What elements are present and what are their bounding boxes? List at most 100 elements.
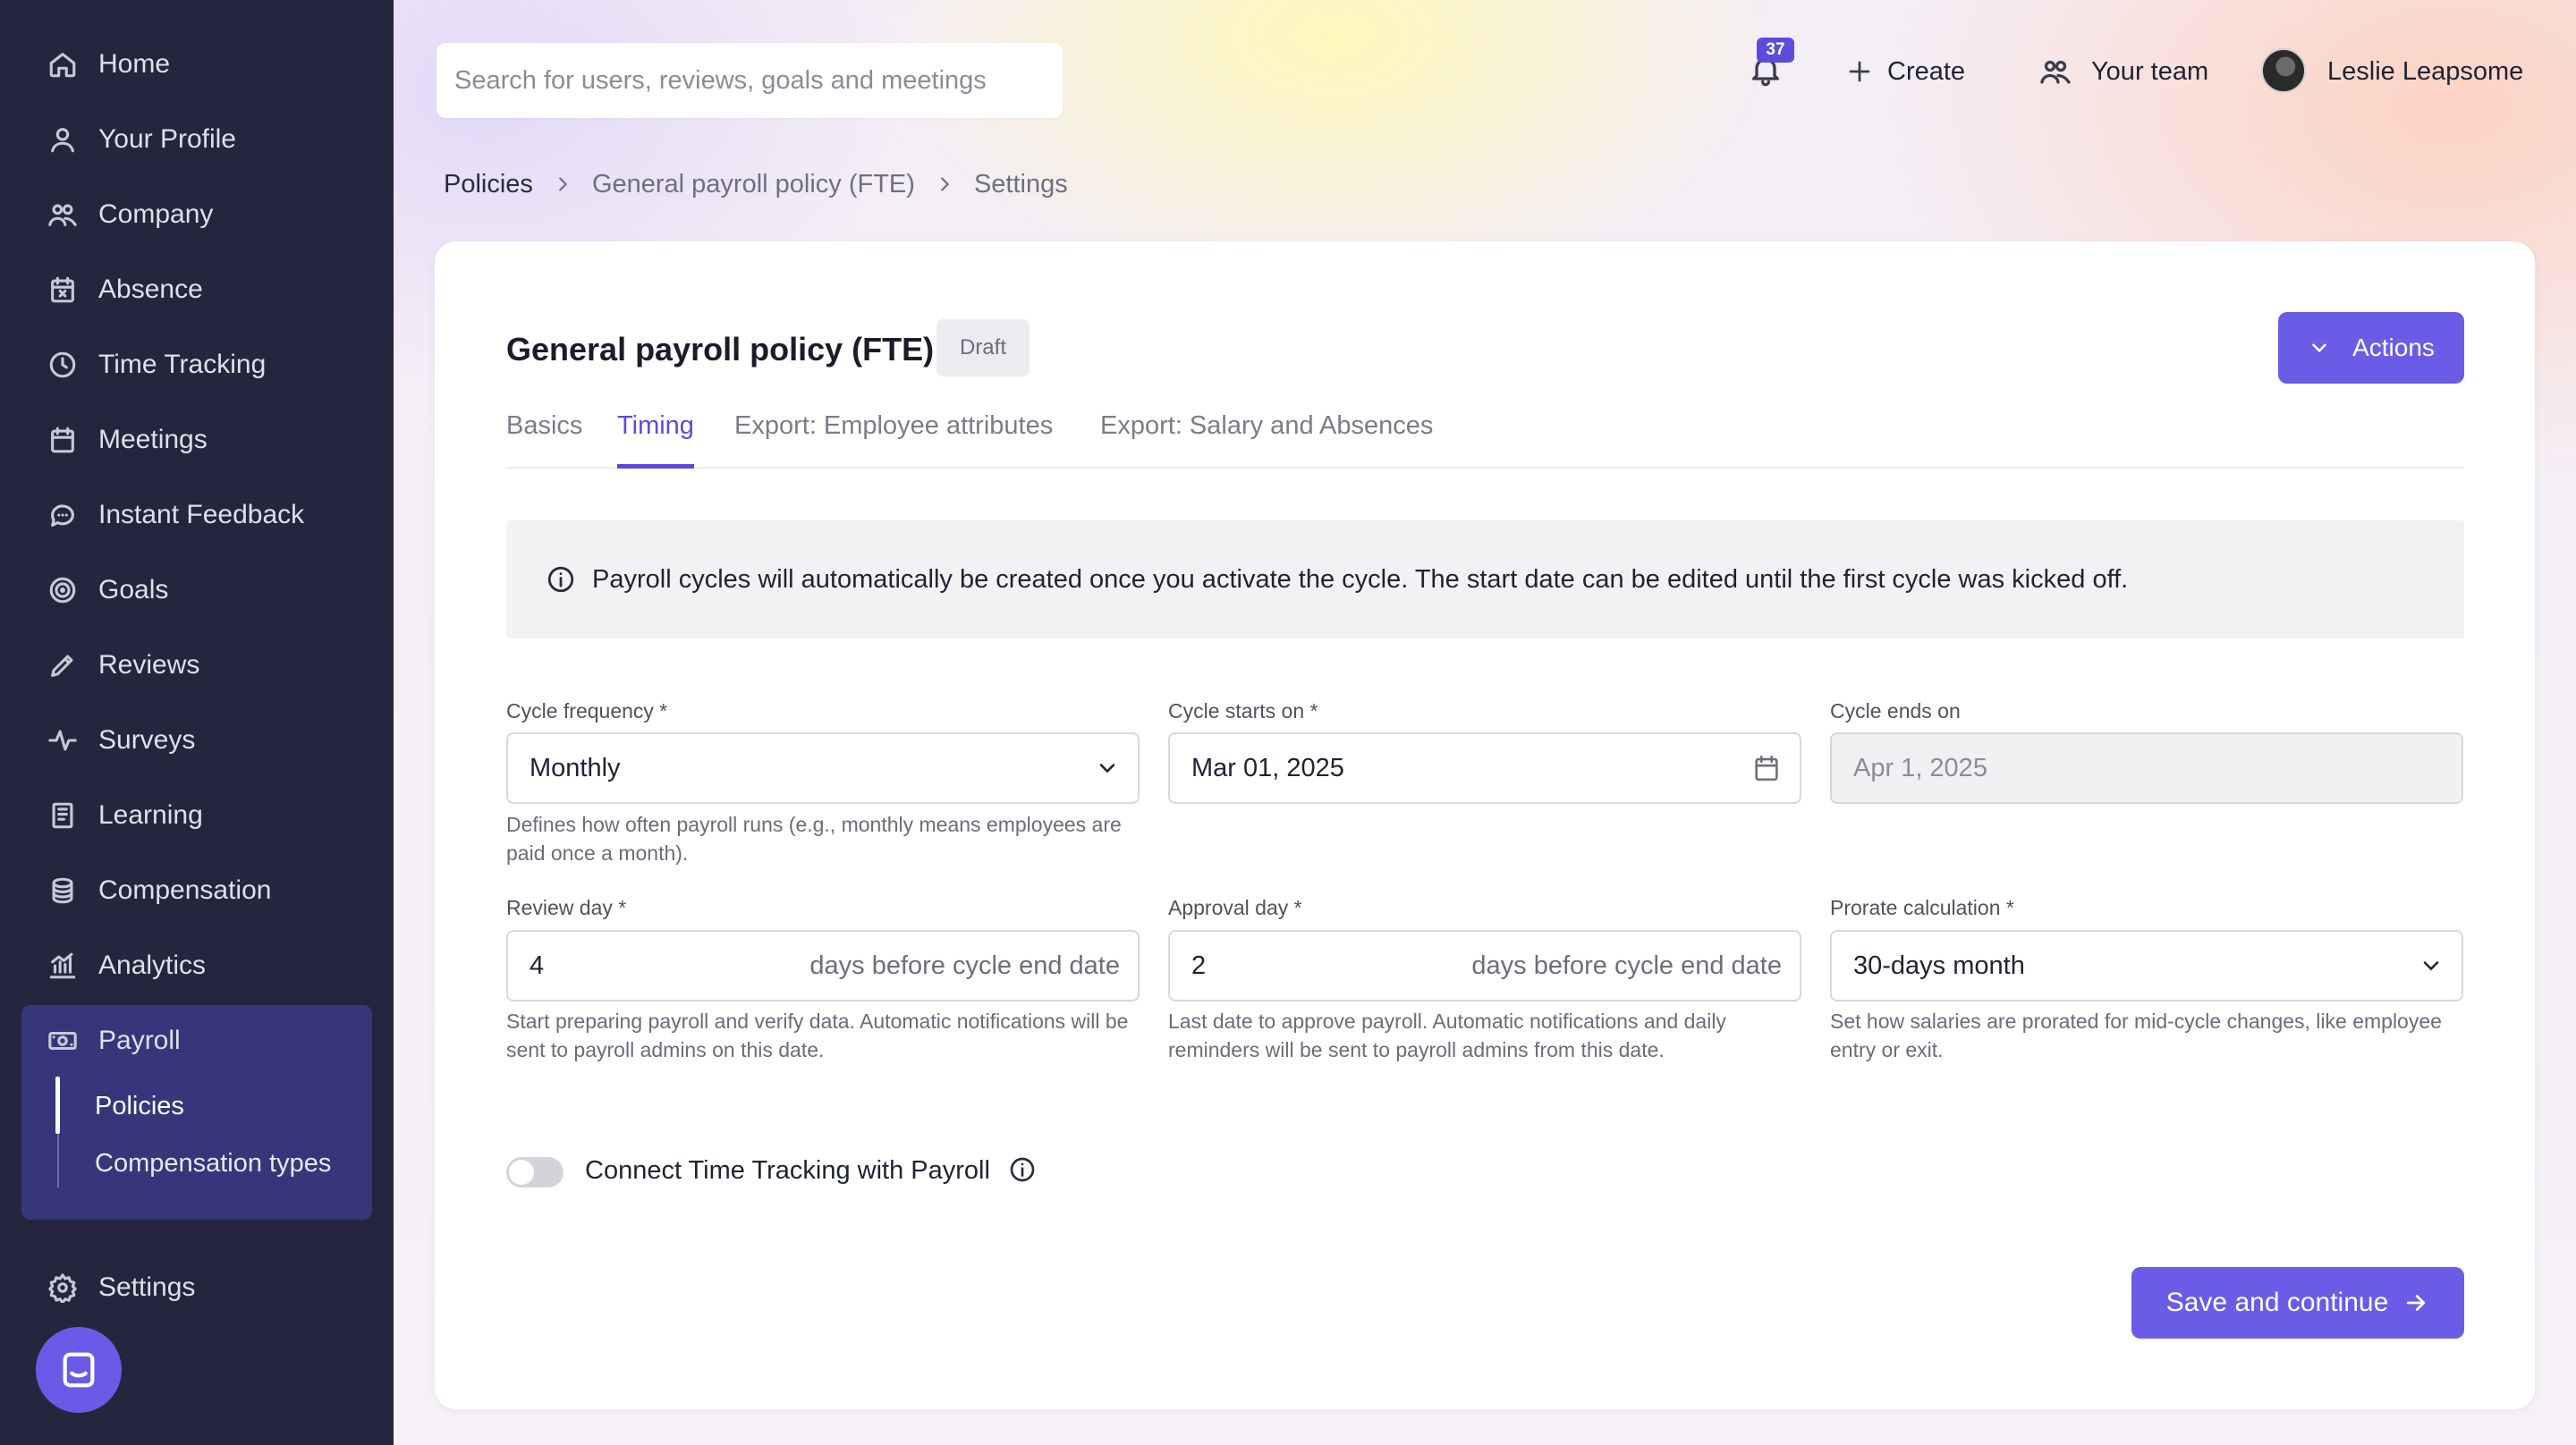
clock-icon (45, 347, 80, 383)
time-tracking-toggle-label: Connect Time Tracking with Payroll (585, 1155, 1037, 1186)
money-icon (45, 1023, 80, 1059)
chevron-down-icon (1099, 764, 1115, 773)
cycle-starts-value: Mar 01, 2025 (1191, 753, 1344, 782)
search-input[interactable] (454, 65, 1063, 96)
sidebar-item-label: Compensation (98, 875, 272, 905)
target-icon (45, 572, 80, 608)
chevron-down-icon (2312, 343, 2326, 353)
review-day-input[interactable]: 4 days before cycle end date (506, 930, 1140, 1001)
chevron-right-icon (935, 174, 954, 194)
notification-count-badge: 37 (1757, 38, 1794, 63)
sidebar-item-label: Learning (98, 800, 203, 830)
avatar[interactable] (2261, 48, 2306, 93)
breadcrumb-policy[interactable]: General payroll policy (FTE) (592, 170, 915, 199)
breadcrumb-settings: Settings (973, 169, 1068, 199)
prorate-help: Set how salaries are prorated for mid-cy… (1830, 1010, 2442, 1061)
time-tracking-toggle[interactable] (506, 1157, 564, 1187)
arrow-right-icon (2407, 1295, 2426, 1311)
review-day-label: Review day * (506, 896, 627, 919)
sidebar: Home Your Profile Company Absence Time T… (0, 0, 394, 1445)
info-text: Payroll cycles will automatically be cre… (592, 564, 2129, 594)
info-banner: Payroll cycles will automatically be cre… (506, 520, 2464, 638)
sidebar-item-compensation[interactable]: Compensation (45, 864, 271, 917)
home-icon (45, 46, 80, 82)
sidebar-item-instant-feedback[interactable]: Instant Feedback (45, 488, 304, 542)
sidebar-subitem-compensation-types[interactable]: Compensation types (95, 1141, 331, 1186)
cycle-starts-date-field[interactable]: Mar 01, 2025 (1168, 732, 1801, 804)
sidebar-item-label: Absence (98, 275, 203, 304)
calendar-icon[interactable] (1751, 753, 1782, 783)
gear-icon (45, 1270, 80, 1306)
cycle-ends-label: Cycle ends on (1830, 699, 1961, 722)
chevron-right-icon (553, 174, 572, 194)
page-title: General payroll policy (FTE) (506, 331, 935, 368)
sidebar-item-reviews[interactable]: Reviews (45, 638, 199, 692)
review-day-value: 4 (530, 951, 545, 980)
sidebar-subitem-policies[interactable]: Policies (95, 1084, 184, 1128)
plus-icon (1849, 61, 1870, 82)
chat-widget-icon (63, 1352, 95, 1388)
sidebar-item-settings[interactable]: Settings (45, 1261, 195, 1314)
sidebar-item-home[interactable]: Home (45, 38, 170, 91)
cycle-frequency-select[interactable]: Monthly (506, 732, 1140, 804)
sidebar-item-label: Instant Feedback (98, 500, 305, 529)
prorate-select[interactable]: 30-days month (1830, 930, 2463, 1001)
sidebar-item-time-tracking[interactable]: Time Tracking (45, 338, 266, 392)
sidebar-item-label: Surveys (98, 725, 196, 755)
sidebar-item-label: Meetings (98, 425, 208, 454)
sidebar-item-label: Goals (98, 575, 169, 604)
subnav-active-indicator (55, 1077, 60, 1134)
info-icon[interactable] (1008, 1155, 1037, 1184)
approval-day-input[interactable]: 2 days before cycle end date (1168, 930, 1801, 1001)
cycle-ends-field: Apr 1, 2025 (1830, 732, 2463, 804)
prorate-label: Prorate calculation * (1830, 896, 2014, 919)
approval-day-label: Approval day * (1168, 896, 1302, 919)
review-day-suffix: days before cycle end date (809, 951, 1120, 980)
tab-timing[interactable]: Timing (617, 411, 694, 469)
sidebar-item-analytics[interactable]: Analytics (45, 939, 206, 993)
approval-day-help: Last date to approve payroll. Automatic … (1168, 1010, 1726, 1061)
tab-export-employee-attributes[interactable]: Export: Employee attributes (734, 411, 1053, 469)
create-button[interactable]: Create (1846, 46, 1965, 97)
user-name[interactable]: Leslie Leapsome (2327, 46, 2523, 97)
sidebar-item-surveys[interactable]: Surveys (45, 714, 195, 767)
cycle-frequency-help: Defines how often payroll runs (e.g., mo… (506, 813, 1122, 865)
sidebar-item-label: Home (98, 49, 171, 79)
breadcrumb-policies[interactable]: Policies (444, 170, 533, 199)
sidebar-item-goals[interactable]: Goals (45, 563, 168, 617)
actions-button[interactable]: Actions (2278, 312, 2464, 384)
sidebar-item-your-profile[interactable]: Your Profile (45, 113, 236, 166)
status-badge: Draft (936, 319, 1030, 376)
info-icon (547, 566, 574, 593)
sidebar-item-company[interactable]: Company (45, 188, 213, 241)
sidebar-item-label: Company (98, 199, 214, 229)
approval-day-suffix: days before cycle end date (1471, 951, 1782, 980)
cycle-starts-label: Cycle starts on * (1168, 699, 1318, 722)
save-and-continue-button[interactable]: Save and continue (2131, 1267, 2464, 1339)
create-label: Create (1887, 56, 1966, 86)
sidebar-item-label: Settings (98, 1272, 196, 1302)
team-icon (2040, 60, 2071, 84)
your-team-label: Your team (2091, 56, 2209, 86)
time-tracking-label-text: Connect Time Tracking with Payroll (585, 1156, 990, 1185)
sidebar-item-label: Analytics (98, 951, 207, 980)
sidebar-item-payroll[interactable]: Payroll (45, 1014, 181, 1068)
cycle-ends-value: Apr 1, 2025 (1853, 753, 1987, 782)
global-search[interactable] (436, 43, 1063, 118)
book-icon (45, 798, 80, 833)
chat-icon (45, 497, 80, 533)
tab-export-salary-absences[interactable]: Export: Salary and Absences (1100, 411, 1433, 469)
breadcrumb: Policies General payroll policy (FTE) Se… (444, 166, 1068, 202)
calendar-icon (45, 422, 80, 458)
sidebar-item-meetings[interactable]: Meetings (45, 413, 208, 467)
sidebar-item-learning[interactable]: Learning (45, 789, 203, 842)
support-chat-button[interactable] (36, 1327, 122, 1413)
actions-label: Actions (2352, 334, 2435, 361)
cycle-frequency-label: Cycle frequency * (506, 699, 668, 722)
your-team-button[interactable]: Your team (2039, 46, 2208, 97)
sidebar-item-absence[interactable]: Absence (45, 263, 203, 317)
approval-day-value: 2 (1191, 951, 1207, 980)
sidebar-item-label: Payroll (98, 1026, 181, 1055)
tab-basics[interactable]: Basics (506, 411, 582, 469)
coins-icon (45, 873, 80, 908)
